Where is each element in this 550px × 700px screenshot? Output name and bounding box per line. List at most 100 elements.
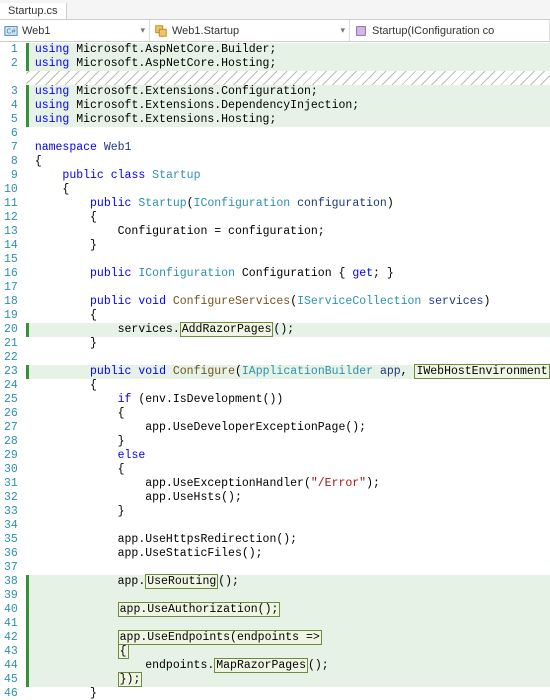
code-line[interactable]: { — [26, 211, 550, 225]
code-line[interactable]: public void Configure(IApplicationBuilde… — [26, 365, 550, 379]
line-number: 41 — [4, 617, 18, 631]
code-line[interactable]: { — [26, 155, 550, 169]
code-line[interactable]: app.UseStaticFiles(); — [26, 547, 550, 561]
line-number: 9 — [4, 169, 18, 183]
code-line[interactable]: { — [26, 183, 550, 197]
member-dropdown[interactable]: Startup(IConfiguration co — [350, 20, 550, 41]
code-line[interactable]: using Microsoft.AspNetCore.Builder; — [26, 43, 550, 57]
line-number: 32 — [4, 491, 18, 505]
line-number: 18 — [4, 295, 18, 309]
code-line[interactable]: using Microsoft.Extensions.DependencyInj… — [26, 99, 550, 113]
code-line[interactable]: app.UseEndpoints(endpoints => — [26, 631, 550, 645]
code-line[interactable]: { — [26, 645, 550, 659]
code-line[interactable] — [26, 519, 550, 533]
method-icon — [354, 24, 368, 38]
code-line[interactable]: namespace Web1 — [26, 141, 550, 155]
member-label: Startup(IConfiguration co — [372, 25, 494, 37]
project-dropdown[interactable]: C# Web1 ▾ — [0, 20, 150, 41]
line-number: 31 — [4, 477, 18, 491]
line-number-gutter: 1234567891011121314151617181920212223242… — [0, 42, 26, 700]
document-tab-bar: Startup.cs — [0, 0, 550, 20]
line-number: 39 — [4, 589, 18, 603]
line-number: 3 — [4, 85, 18, 99]
line-number: 30 — [4, 463, 18, 477]
code-line[interactable]: services.AddRazorPages(); — [26, 323, 550, 337]
line-number: 36 — [4, 547, 18, 561]
code-line[interactable] — [26, 71, 550, 85]
line-number: 37 — [4, 561, 18, 575]
code-line[interactable]: { — [26, 309, 550, 323]
line-number: 43 — [4, 645, 18, 659]
line-number: 17 — [4, 281, 18, 295]
svg-text:C#: C# — [7, 28, 16, 35]
code-line[interactable]: } — [26, 505, 550, 519]
code-line[interactable]: app.UseDeveloperExceptionPage(); — [26, 421, 550, 435]
line-number: 33 — [4, 505, 18, 519]
code-line[interactable]: app.UseHttpsRedirection(); — [26, 533, 550, 547]
line-number: 5 — [4, 113, 18, 127]
code-line[interactable] — [26, 617, 550, 631]
class-icon — [154, 24, 168, 38]
line-number: 23 — [4, 365, 18, 379]
code-line[interactable] — [26, 281, 550, 295]
code-line[interactable] — [26, 561, 550, 575]
code-line[interactable]: } — [26, 337, 550, 351]
code-line[interactable]: public Startup(IConfiguration configurat… — [26, 197, 550, 211]
code-line[interactable]: app.UseRouting(); — [26, 575, 550, 589]
line-number: 28 — [4, 435, 18, 449]
code-line[interactable]: } — [26, 239, 550, 253]
line-number: 42 — [4, 631, 18, 645]
line-number: 1 — [4, 43, 18, 57]
code-line[interactable]: else — [26, 449, 550, 463]
code-line[interactable]: { — [26, 407, 550, 421]
project-label: Web1 — [22, 25, 51, 37]
code-line[interactable]: public IConfiguration Configuration { ge… — [26, 267, 550, 281]
code-line[interactable]: app.UseAuthorization(); — [26, 603, 550, 617]
line-number: 34 — [4, 519, 18, 533]
line-number: 19 — [4, 309, 18, 323]
code-line[interactable]: app.UseExceptionHandler("/Error"); — [26, 477, 550, 491]
line-number: 20 — [4, 323, 18, 337]
csharp-icon: C# — [4, 24, 18, 38]
code-line[interactable]: }); — [26, 673, 550, 687]
code-line[interactable]: endpoints.MapRazorPages(); — [26, 659, 550, 673]
code-line[interactable]: using Microsoft.Extensions.Configuration… — [26, 85, 550, 99]
chevron-down-icon: ▾ — [340, 25, 345, 36]
code-line[interactable]: public void ConfigureServices(IServiceCo… — [26, 295, 550, 309]
class-dropdown[interactable]: Web1.Startup ▾ — [150, 20, 350, 41]
code-line[interactable] — [26, 127, 550, 141]
line-number: 26 — [4, 407, 18, 421]
navigation-bar: C# Web1 ▾ Web1.Startup ▾ Startup(IConfig… — [0, 20, 550, 42]
code-line[interactable]: app.UseHsts(); — [26, 491, 550, 505]
code-line[interactable] — [26, 351, 550, 365]
line-number: 44 — [4, 659, 18, 673]
line-number: 8 — [4, 155, 18, 169]
code-line[interactable] — [26, 589, 550, 603]
code-line[interactable]: Configuration = configuration; — [26, 225, 550, 239]
line-number: 40 — [4, 603, 18, 617]
line-number: 13 — [4, 225, 18, 239]
line-number: 15 — [4, 253, 18, 267]
code-line[interactable]: if (env.IsDevelopment()) — [26, 393, 550, 407]
line-number: 2 — [4, 57, 18, 71]
code-line[interactable]: public class Startup — [26, 169, 550, 183]
line-number: 46 — [4, 687, 18, 700]
chevron-down-icon: ▾ — [140, 25, 145, 36]
line-number: 25 — [4, 393, 18, 407]
code-line[interactable]: using Microsoft.AspNetCore.Hosting; — [26, 57, 550, 71]
code-editor[interactable]: 1234567891011121314151617181920212223242… — [0, 42, 550, 700]
line-number: 16 — [4, 267, 18, 281]
code-line[interactable]: } — [26, 687, 550, 700]
line-number: 45 — [4, 673, 18, 687]
code-line[interactable]: { — [26, 379, 550, 393]
line-number: 24 — [4, 379, 18, 393]
code-area[interactable]: using Microsoft.AspNetCore.Builder;using… — [26, 42, 550, 700]
code-line[interactable]: using Microsoft.Extensions.Hosting; — [26, 113, 550, 127]
file-tab-label: Startup.cs — [8, 5, 58, 17]
code-line[interactable]: } — [26, 435, 550, 449]
line-number: 38 — [4, 575, 18, 589]
code-line[interactable]: { — [26, 463, 550, 477]
file-tab[interactable]: Startup.cs — [0, 3, 67, 19]
line-number: 7 — [4, 141, 18, 155]
code-line[interactable] — [26, 253, 550, 267]
